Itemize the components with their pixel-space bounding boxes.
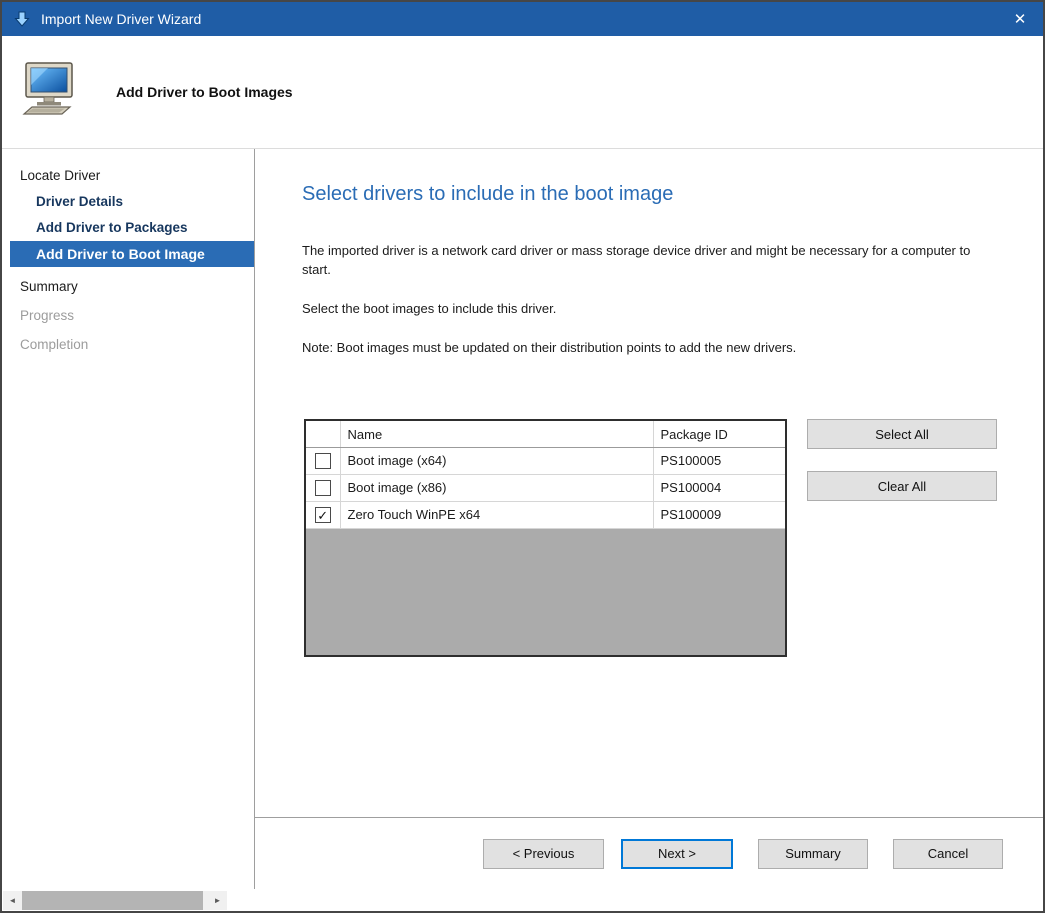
package-id: PS100004 xyxy=(653,474,785,501)
scroll-left-icon[interactable]: ◄ xyxy=(3,891,22,910)
package-id: PS100009 xyxy=(653,501,785,528)
scroll-right-icon[interactable]: ► xyxy=(208,891,227,910)
previous-button[interactable]: < Previous xyxy=(483,839,604,869)
window-title: Import New Driver Wizard xyxy=(41,11,201,27)
wizard-header: Add Driver to Boot Images xyxy=(2,36,1043,148)
wizard-body: Locate DriverDriver DetailsAdd Driver to… xyxy=(2,148,1043,889)
sidebar-item-summary[interactable]: Summary xyxy=(2,274,254,300)
sidebar-item-completion[interactable]: Completion xyxy=(2,332,254,358)
wizard-icon xyxy=(14,11,30,27)
close-icon[interactable]: ✕ xyxy=(997,2,1043,36)
boot-image-checkbox[interactable]: ✓ xyxy=(315,507,331,523)
sidebar-item-driver-details[interactable]: Driver Details xyxy=(2,189,254,215)
boot-images-section: Name Package ID Boot image (x64)PS100005… xyxy=(304,419,1003,657)
computer-icon xyxy=(18,61,82,124)
boot-image-name: Zero Touch WinPE x64 xyxy=(340,501,653,528)
sidebar-item-add-driver-to-packages[interactable]: Add Driver to Packages xyxy=(2,215,254,241)
boot-images-tbody: Boot image (x64)PS100005Boot image (x86)… xyxy=(306,447,785,528)
wizard-footer: < Previous Next > Summary Cancel xyxy=(255,817,1043,889)
selection-buttons: Select All Clear All xyxy=(807,419,997,501)
checkbox-cell xyxy=(306,447,340,474)
column-header-name[interactable]: Name xyxy=(340,421,653,447)
sidebar-horizontal-scrollbar[interactable]: ◄ ► xyxy=(3,891,227,910)
summary-button[interactable]: Summary xyxy=(758,839,868,869)
table-row[interactable]: ✓ Zero Touch WinPE x64PS100009 xyxy=(306,501,785,528)
select-all-button[interactable]: Select All xyxy=(807,419,997,449)
description-text: The imported driver is a network card dr… xyxy=(302,242,1002,280)
import-new-driver-wizard-window: Import New Driver Wizard ✕ Add D xyxy=(0,0,1045,913)
checkbox-column-header xyxy=(306,421,340,447)
boot-image-name: Boot image (x86) xyxy=(340,474,653,501)
content-pane: Select drivers to include in the boot im… xyxy=(255,149,1043,889)
wizard-steps: Locate DriverDriver DetailsAdd Driver to… xyxy=(2,149,255,889)
next-button[interactable]: Next > xyxy=(621,839,733,869)
instruction-text: Select the boot images to include this d… xyxy=(302,300,1002,319)
boot-image-checkbox[interactable] xyxy=(315,453,331,469)
sidebar-item-locate-driver[interactable]: Locate Driver xyxy=(2,163,254,189)
column-header-package-id[interactable]: Package ID xyxy=(653,421,785,447)
checkbox-cell xyxy=(306,474,340,501)
clear-all-button[interactable]: Clear All xyxy=(807,471,997,501)
note-text: Note: Boot images must be updated on the… xyxy=(302,339,1002,358)
scrollbar-thumb[interactable] xyxy=(22,891,203,910)
titlebar: Import New Driver Wizard ✕ xyxy=(2,2,1043,36)
page-title: Select drivers to include in the boot im… xyxy=(302,183,1003,206)
sidebar-item-add-driver-to-boot-image[interactable]: Add Driver to Boot Image xyxy=(10,241,254,267)
checkbox-cell: ✓ xyxy=(306,501,340,528)
boot-images-table: Name Package ID Boot image (x64)PS100005… xyxy=(304,419,787,657)
boot-image-name: Boot image (x64) xyxy=(340,447,653,474)
table-row[interactable]: Boot image (x86)PS100004 xyxy=(306,474,785,501)
sidebar-item-progress[interactable]: Progress xyxy=(2,303,254,329)
table-header-row: Name Package ID xyxy=(306,421,785,447)
boot-image-checkbox[interactable] xyxy=(315,480,331,496)
cancel-button[interactable]: Cancel xyxy=(893,839,1003,869)
package-id: PS100005 xyxy=(653,447,785,474)
table-row[interactable]: Boot image (x64)PS100005 xyxy=(306,447,785,474)
wizard-step-title: Add Driver to Boot Images xyxy=(116,84,293,100)
bottom-bar: ◄ ► xyxy=(2,889,1043,911)
